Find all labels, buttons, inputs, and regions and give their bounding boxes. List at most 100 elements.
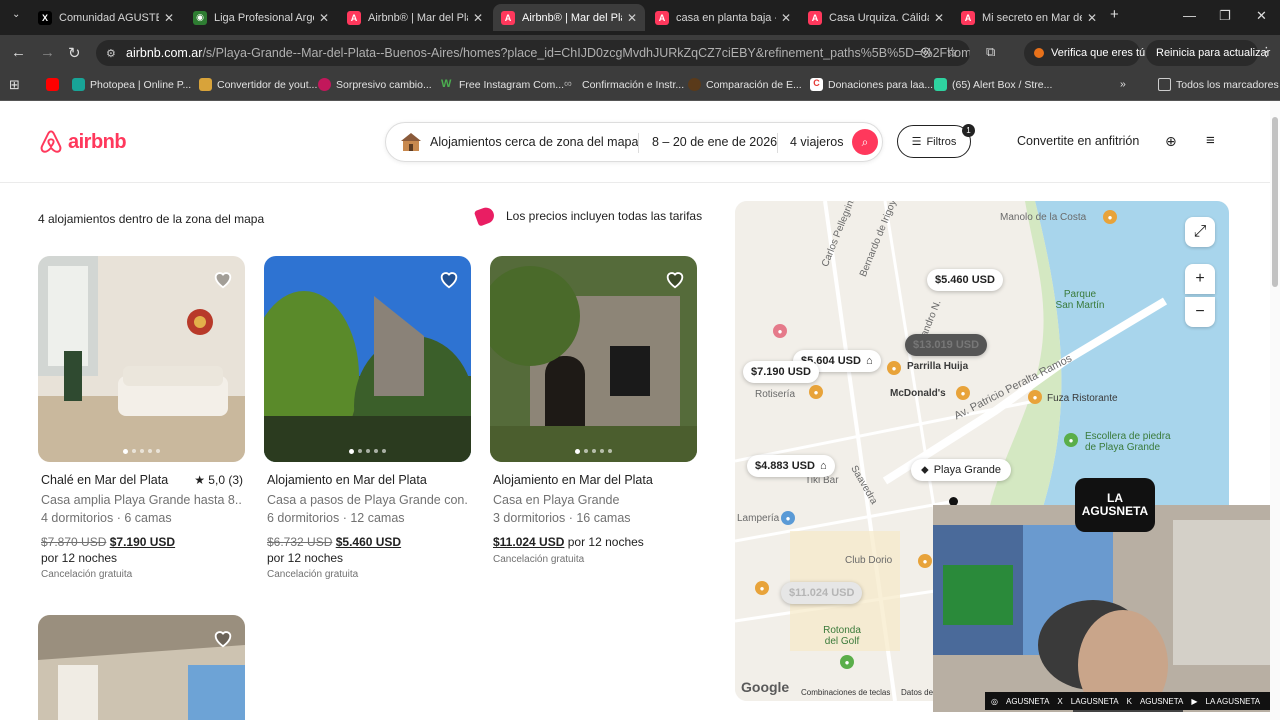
listing-price[interactable]: $11.024 USD por 12 noches <box>493 535 644 549</box>
search-dates[interactable]: 8 – 20 de ene de 2026 <box>652 135 777 149</box>
fullscreen-button[interactable]: ⤢ <box>1185 217 1215 247</box>
map-price-pin[interactable]: $7.190 USD <box>743 361 819 383</box>
search-guests[interactable]: 4 viajeros <box>790 135 844 149</box>
keyboard-shortcuts-link[interactable]: Combinaciones de teclas <box>801 688 890 697</box>
apps-grid-icon[interactable]: ⊞ <box>9 77 20 93</box>
info-pin-icon[interactable]: ● <box>781 511 795 525</box>
map-label: Parque San Martín <box>1055 289 1105 311</box>
close-icon[interactable]: ✕ <box>627 11 637 25</box>
zoom-in-button[interactable]: + <box>1185 264 1215 294</box>
maximize-icon[interactable]: ❐ <box>1219 8 1231 24</box>
url-bar[interactable]: ⚙ airbnb.com.ar/s/Playa-Grande--Mar-del-… <box>96 40 970 66</box>
close-icon[interactable]: ✕ <box>473 11 483 25</box>
bookmark-youtube[interactable] <box>46 78 64 91</box>
map-price-pin-visited[interactable]: $11.024 USD <box>781 582 863 604</box>
close-icon[interactable]: ✕ <box>1087 11 1097 25</box>
bookmark-item[interactable]: Comparación de E... <box>688 78 802 91</box>
zoom-out-button[interactable]: − <box>1185 297 1215 327</box>
bookmark-item[interactable]: (65) Alert Box / Stre... <box>934 78 1052 91</box>
listing-price[interactable]: $7.870 USD $7.190 USD <box>41 535 175 549</box>
listing-photo[interactable] <box>264 256 471 462</box>
tab-search-icon[interactable]: ⌄ <box>12 9 20 20</box>
site-info-icon[interactable]: ⚙ <box>106 47 116 60</box>
minimize-icon[interactable]: — <box>1183 8 1196 23</box>
window-close-icon[interactable]: ✕ <box>1256 8 1267 24</box>
youtube-icon: ▶ <box>1191 696 1198 706</box>
browser-tab[interactable]: A casa en planta baja - C ✕ <box>647 4 799 31</box>
restaurant-pin-icon[interactable]: ● <box>1103 210 1117 224</box>
close-icon[interactable]: ✕ <box>781 11 791 25</box>
browser-tab-active[interactable]: A Airbnb® | Mar del Plat ✕ <box>493 4 645 31</box>
listing-price[interactable]: $6.732 USD $5.460 USD <box>267 535 401 549</box>
airbnb-logo[interactable]: airbnb <box>38 128 127 156</box>
park-pin-icon[interactable]: ● <box>840 655 854 669</box>
listing-photo[interactable] <box>490 256 697 462</box>
map-price-pin[interactable]: $5.460 USD <box>927 269 1003 291</box>
photopea-icon <box>72 78 85 91</box>
listing-card[interactable] <box>38 615 245 720</box>
restaurant-pin-icon[interactable]: ● <box>956 386 970 400</box>
park-pin-icon[interactable]: ● <box>1064 433 1078 447</box>
heart-icon[interactable] <box>664 268 686 290</box>
more-bookmarks-icon[interactable]: » <box>1120 78 1126 90</box>
map-price-pin-visited[interactable]: $13.019 USD <box>905 334 988 356</box>
minus-icon: − <box>1195 303 1205 320</box>
browser-tab[interactable]: A Airbnb® | Mar del Plat ✕ <box>339 4 491 31</box>
restaurant-pin-icon[interactable]: ● <box>887 361 901 375</box>
restaurant-pin-icon[interactable]: ● <box>918 554 932 568</box>
browser-tab[interactable]: A Mi secreto en Mar del ✕ <box>953 4 1105 31</box>
place-label-playa-grande[interactable]: ⬥ Playa Grande <box>911 459 1011 481</box>
listing-photo[interactable] <box>38 256 245 462</box>
restaurant-pin-icon[interactable]: ● <box>1028 390 1042 404</box>
listing-card[interactable]: Alojamiento en Mar del Plata Casa en Pla… <box>490 256 697 576</box>
close-icon[interactable]: ✕ <box>319 11 329 25</box>
map-data-link[interactable]: Datos de <box>901 688 933 697</box>
scrollbar-thumb[interactable] <box>1272 117 1278 287</box>
bookmark-item[interactable]: Sorpresivo cambio... <box>318 78 432 91</box>
shop-pin-icon[interactable]: ● <box>773 324 787 338</box>
bookmark-label: Free Instagram Com... <box>459 78 565 91</box>
close-icon[interactable]: ✕ <box>934 11 944 25</box>
forward-icon[interactable]: → <box>40 44 55 61</box>
new-tab-icon[interactable]: + <box>1110 6 1119 23</box>
globe-icon[interactable]: ⊕ <box>1165 133 1177 150</box>
back-icon[interactable]: ← <box>11 44 26 61</box>
all-bookmarks-button[interactable]: Todos los marcadores <box>1158 78 1279 91</box>
filters-button[interactable]: ☰ Filtros <box>897 125 971 158</box>
browser-tab[interactable]: ◉ Liga Profesional Argen ✕ <box>185 4 337 31</box>
map-label: McDonald's <box>890 388 946 399</box>
map-price-pin[interactable]: $4.883 USD ⌂ <box>747 455 835 477</box>
bookmark-item[interactable]: Convertidor de yout... <box>199 78 317 91</box>
listing-rooms: 6 dormitorios · 12 camas <box>267 511 405 525</box>
search-location[interactable]: Alojamientos cerca de zona del mapa <box>430 135 638 149</box>
kebab-menu-icon[interactable]: ⋮ <box>1260 44 1273 60</box>
bookmark-item[interactable]: C Donaciones para laa... <box>810 78 933 91</box>
search-bar[interactable]: Alojamientos cerca de zona del mapa 8 – … <box>385 122 883 162</box>
browser-tab[interactable]: A Casa Urquiza. Cálida. C ✕ <box>800 4 952 31</box>
page-scrollbar[interactable] <box>1270 101 1280 720</box>
bookmark-item[interactable]: ∞ Confirmación e Instr... <box>564 78 684 91</box>
restaurant-pin-icon[interactable]: ● <box>809 385 823 399</box>
bookmark-item[interactable]: Photopea | Online P... <box>72 78 191 91</box>
verify-button[interactable]: Verifica que eres tú <box>1024 40 1145 66</box>
browser-tab[interactable]: X Comunidad AGUSTETI ✕ <box>30 4 182 31</box>
heart-icon[interactable] <box>438 268 460 290</box>
star-icon[interactable]: ☆ <box>946 44 959 61</box>
search-button[interactable]: ⌕ <box>852 129 878 155</box>
listing-card[interactable]: Alojamiento en Mar del Plata Casa a paso… <box>264 256 471 586</box>
bookmark-item[interactable]: W Free Instagram Com... <box>441 78 564 91</box>
reload-icon[interactable]: ↻ <box>68 44 81 62</box>
menu-icon[interactable]: ≡ <box>1206 132 1215 149</box>
streamer-logo-text: LA AGUSNETA <box>1081 490 1149 518</box>
listing-card[interactable]: Chalé en Mar del Plata ★ 5,0 (3) Casa am… <box>38 256 245 586</box>
listing-photo[interactable] <box>38 615 245 720</box>
prices-note[interactable]: Los precios incluyen todas las tarifas <box>473 205 702 227</box>
heart-icon[interactable] <box>212 627 234 649</box>
heart-icon[interactable] <box>212 268 234 290</box>
restaurant-pin-icon[interactable]: ● <box>755 581 769 595</box>
update-button[interactable]: Reinicia para actualizar <box>1146 40 1270 66</box>
extensions-icon[interactable]: ⧉ <box>986 44 995 60</box>
eye-off-icon[interactable]: ◎ <box>920 44 931 60</box>
become-host-link[interactable]: Convertite en anfitrión <box>1017 134 1139 148</box>
close-icon[interactable]: ✕ <box>164 11 174 25</box>
